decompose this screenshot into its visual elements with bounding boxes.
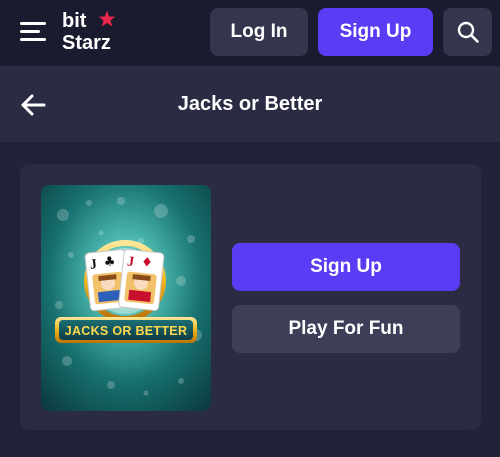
thumbnail-title: JACKS OR BETTER bbox=[65, 324, 188, 338]
header-signup-button[interactable]: Sign Up bbox=[318, 8, 433, 56]
page-title: Jacks or Better bbox=[177, 93, 323, 115]
svg-text:♦: ♦ bbox=[140, 255, 153, 271]
login-button[interactable]: Log In bbox=[210, 8, 308, 56]
page-header: Jacks or Better bbox=[0, 66, 500, 142]
signup-button[interactable]: Sign Up bbox=[232, 243, 460, 291]
bitstarz-logo[interactable]: bit Starz bbox=[62, 9, 124, 57]
svg-text:♣: ♣ bbox=[103, 254, 116, 270]
card-jack-diamonds: J ♦ bbox=[118, 248, 165, 312]
logo-text-top: bit bbox=[62, 10, 87, 32]
logo-text-bottom: Starz bbox=[62, 32, 111, 54]
jacks-or-better-artwork: J ♣ J ♦ JACKS OR BETTER bbox=[41, 185, 211, 411]
game-thumbnail[interactable]: J ♣ J ♦ JACKS OR BETTER bbox=[41, 185, 211, 411]
search-button[interactable] bbox=[443, 8, 492, 56]
hamburger-menu-icon[interactable] bbox=[20, 19, 46, 45]
star-icon bbox=[98, 10, 116, 27]
game-card: J ♣ J ♦ JACKS OR BETTER Sign Up Play For bbox=[20, 164, 481, 430]
search-icon bbox=[457, 21, 479, 43]
play-for-fun-button[interactable]: Play For Fun bbox=[232, 305, 460, 353]
top-navbar: bit Starz Log In Sign Up bbox=[0, 0, 500, 66]
